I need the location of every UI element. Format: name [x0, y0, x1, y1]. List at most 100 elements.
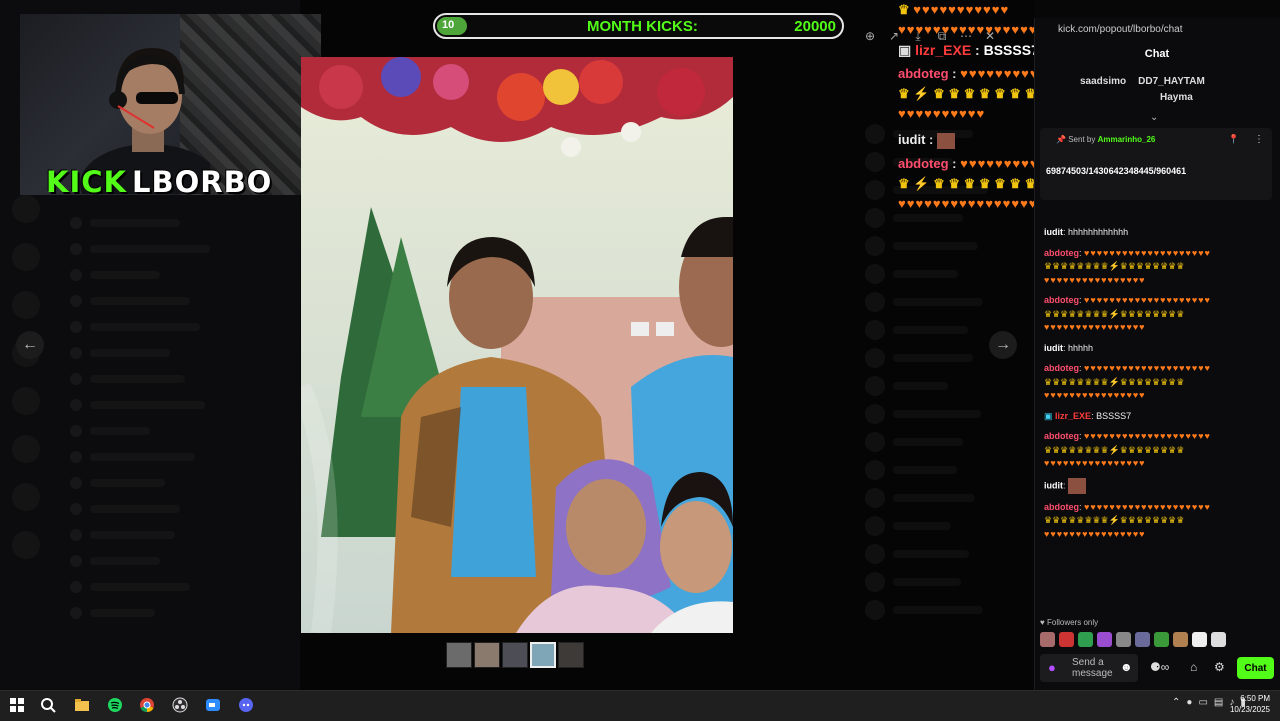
chat-username[interactable]: abdoteg — [1044, 248, 1079, 258]
chat-message: ▣ lizr_EXE: BSSSS7 — [1044, 410, 1132, 421]
search-icon[interactable] — [40, 697, 56, 713]
thumbnail[interactable] — [558, 642, 584, 668]
pinned-message[interactable]: 📌 Sent by Ammarinho_26 📍 ⋮ 69874503/1430… — [1040, 128, 1272, 200]
chrome-icon[interactable] — [139, 697, 155, 713]
chat-username[interactable]: iudit — [1044, 480, 1063, 490]
chat-message: abdoteg: ♥♥♥♥♥♥♥♥♥♥♥♥♥♥♥♥♥♥♥♥ ♛♛♛♛♛♛♛♛⚡♛♛… — [1044, 295, 1211, 332]
goal-label: MONTH KICKS: — [587, 18, 698, 35]
thumbnail-strip — [446, 642, 584, 668]
top-user[interactable]: DD7_HAYTAM — [1138, 76, 1205, 87]
chat-text: hhhhhhhhhhhh — [1068, 227, 1129, 237]
emote-button[interactable] — [1078, 632, 1093, 647]
overlay-username: abdoteg — [898, 66, 949, 81]
thumbnail[interactable] — [474, 642, 500, 668]
unpin-icon[interactable]: 📍 — [1228, 134, 1239, 145]
overlay-user-badge-icon: ▣ — [898, 42, 912, 58]
emote-button[interactable] — [1135, 632, 1150, 647]
overlay-emote — [937, 132, 955, 149]
heart-icon: ♥ — [1040, 618, 1045, 627]
chat-message: abdoteg: ♥♥♥♥♥♥♥♥♥♥♥♥♥♥♥♥♥♥♥♥ ♛♛♛♛♛♛♛♛⚡♛♛… — [1044, 431, 1211, 468]
collapse-icon[interactable]: ⌄ — [1150, 112, 1158, 123]
zoom-app-icon[interactable] — [205, 697, 221, 713]
discord-icon[interactable] — [238, 697, 254, 713]
chat-username[interactable]: abdoteg — [1044, 295, 1079, 305]
pinned-sent-by-label: Sent by — [1068, 135, 1096, 144]
chat-message: iudit: hhhhhhhhhhhh — [1044, 227, 1129, 237]
overlay-separator: : — [948, 156, 961, 171]
pinned-more-icon[interactable]: ⋮ — [1254, 134, 1264, 145]
obs-icon[interactable] — [172, 697, 188, 713]
viewed-photo[interactable] — [301, 57, 733, 633]
emote-button[interactable] — [1173, 632, 1188, 647]
pin-icon: 📌 — [1056, 135, 1066, 144]
emote-button[interactable] — [1211, 632, 1226, 647]
thumbnail-active[interactable] — [530, 642, 556, 668]
overlay-message: BSSSS7 — [983, 42, 1039, 58]
store-icon[interactable]: ⌂ — [1190, 660, 1197, 674]
send-message-input[interactable]: ● Send a message ☻ — [1040, 654, 1138, 682]
chat-username[interactable]: iudit — [1044, 343, 1063, 353]
clock-date: 10/23/2025 — [1229, 705, 1270, 714]
previous-photo-button[interactable]: ← — [16, 331, 44, 359]
emote-button[interactable] — [1059, 632, 1074, 647]
chat-username[interactable]: abdoteg — [1044, 363, 1079, 373]
overlay-separator: : — [948, 66, 961, 81]
overlay-username: abdoteg — [898, 156, 949, 171]
chat-send-button[interactable]: Chat — [1237, 657, 1274, 679]
overlay-username: iudit — [898, 132, 926, 147]
clock-time: 6:50 PM — [1240, 694, 1270, 703]
emote-button[interactable] — [1040, 632, 1055, 647]
chat-message: abdoteg: ♥♥♥♥♥♥♥♥♥♥♥♥♥♥♥♥♥♥♥♥ ♛♛♛♛♛♛♛♛⚡♛♛… — [1044, 501, 1211, 539]
chat-username[interactable]: iudit — [1044, 227, 1063, 237]
emote-button[interactable] — [1116, 632, 1131, 647]
settings-gear-icon[interactable]: ⚙ — [1214, 660, 1225, 674]
overlay-username: lizr_EXE — [915, 42, 972, 58]
popout-url: kick.com/popout/lborbo/chat — [1058, 24, 1183, 35]
file-explorer-icon[interactable] — [74, 697, 90, 713]
chat-message-list: iudit: hhhhhhhhhhhh abdoteg: ♥♥♥♥♥♥♥♥♥♥♥… — [1044, 226, 1266, 548]
emote-button[interactable] — [1097, 632, 1112, 647]
network-icon[interactable]: ▤ — [1214, 697, 1223, 708]
month-kicks-goal-bar: 10 MONTH KICKS: 20000 — [433, 13, 844, 39]
top-user[interactable]: Hayma — [1160, 92, 1193, 103]
top-user[interactable]: saadsimo — [1080, 76, 1126, 87]
chat-message: abdoteg: ♥♥♥♥♥♥♥♥♥♥♥♥♥♥♥♥♥♥♥♥ ♛♛♛♛♛♛♛♛⚡♛♛… — [1044, 363, 1211, 400]
chat-message: abdoteg: ♥♥♥♥♥♥♥♥♥♥♥♥♥♥♥♥♥♥♥♥ ♛♛♛♛♛♛♛♛⚡♛♛… — [1044, 247, 1211, 285]
next-photo-button[interactable]: → — [989, 331, 1017, 359]
emoji-icon[interactable]: ☻ — [1120, 660, 1133, 674]
overlay-separator: : — [925, 132, 937, 147]
chat-emote — [1068, 477, 1087, 494]
followers-only-label: Followers only — [1046, 618, 1099, 627]
emote-button[interactable] — [1192, 632, 1207, 647]
points-icon[interactable]: ⚈∞ — [1150, 660, 1169, 674]
pinned-sender: 📌 Sent by Ammarinho_26 — [1056, 135, 1155, 144]
goal-progress-marker: 10 — [442, 19, 455, 31]
thumbnail[interactable] — [502, 642, 528, 668]
display-icon[interactable]: ▭ — [1198, 697, 1207, 708]
spotify-icon[interactable] — [107, 697, 123, 713]
kick-logo-text: KICK — [46, 165, 128, 199]
windows-taskbar — [0, 690, 1280, 721]
chat-text: hhhhh — [1068, 342, 1094, 353]
thumbnail[interactable] — [446, 642, 472, 668]
chat-message: iudit: — [1044, 477, 1266, 494]
emote-button[interactable] — [1154, 632, 1169, 647]
microphone-icon[interactable]: ● — [1048, 660, 1056, 675]
taskbar-clock[interactable]: 6:50 PM 10/23/2025 — [1230, 693, 1270, 715]
overlay-separator: : — [971, 42, 984, 58]
chat-message: iudit: hhhhh — [1044, 342, 1094, 353]
chat-username[interactable]: lizr_EXE — [1055, 411, 1091, 421]
chat-username[interactable]: abdoteg — [1044, 431, 1079, 441]
tray-overflow-icon[interactable]: ⌃ — [1172, 697, 1180, 708]
zoom-icon[interactable]: ⊕ — [860, 26, 880, 46]
background-channel-list — [70, 210, 250, 626]
streamer-name-text: LBORBO — [132, 165, 273, 199]
windows-start-icon[interactable] — [9, 697, 25, 713]
pinned-sent-by-user: Ammarinho_26 — [1097, 135, 1156, 144]
chat-title: Chat — [1144, 48, 1170, 60]
background-server-list — [12, 195, 42, 579]
pinned-text: 69874503/1430642348445/960461 — [1046, 166, 1187, 176]
goal-value: 20000 — [794, 18, 836, 35]
chat-username[interactable]: abdoteg — [1044, 502, 1079, 512]
microphone-tray-icon[interactable]: ● — [1186, 697, 1192, 708]
